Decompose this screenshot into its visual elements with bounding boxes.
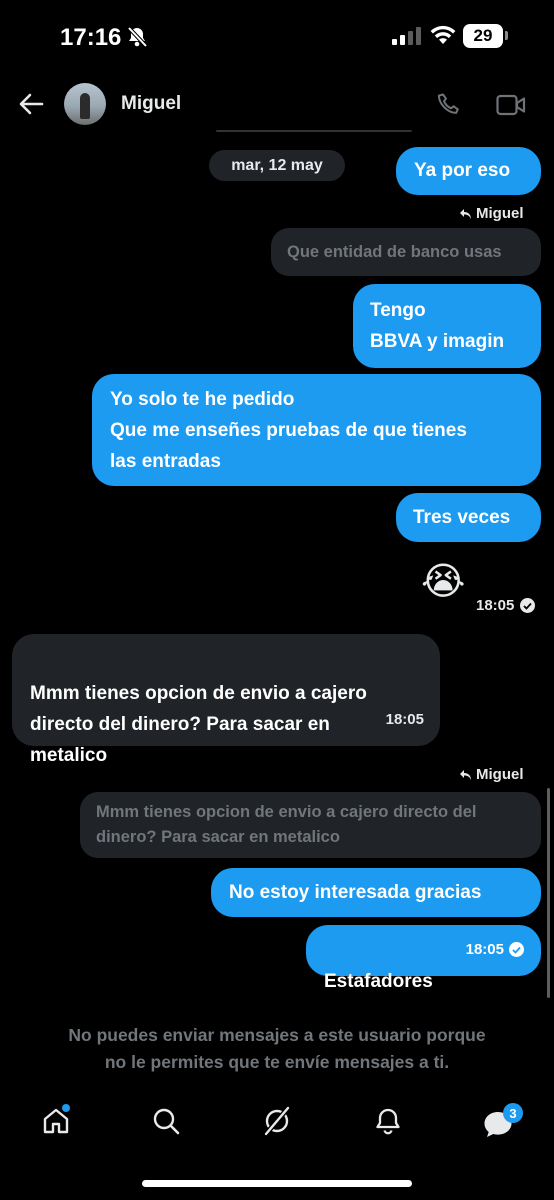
message-timestamp: 18:05 <box>385 711 424 728</box>
wifi-icon <box>430 25 456 50</box>
reply-author: Miguel <box>476 766 524 783</box>
notification-dot <box>62 1104 70 1112</box>
message-incoming[interactable]: Mmm tienes opcion de envio a cajero dire… <box>12 634 440 766</box>
message-timestamp: 18:05 <box>466 934 524 965</box>
message-outgoing[interactable]: Estafadores 18:05 <box>306 925 541 992</box>
messages-badge: 3 <box>503 1103 523 1123</box>
emoji-message[interactable]: 😭 <box>421 560 465 604</box>
message-text: Tengo BBVA y imagin <box>370 300 505 352</box>
nav-notifications-icon[interactable] <box>373 1106 403 1141</box>
home-indicator[interactable] <box>142 1180 412 1187</box>
scroll-edge <box>216 130 412 132</box>
battery-nub <box>505 31 508 40</box>
message-outgoing[interactable]: Tengo BBVA y imagin <box>353 284 541 368</box>
battery-indicator: 29 <box>463 24 503 48</box>
message-text: No estoy interesada gracias <box>229 882 482 903</box>
message-text: Ya por eso <box>414 160 511 181</box>
quoted-text: Mmm tienes opcion de envio a cajero dire… <box>96 803 477 846</box>
avatar[interactable] <box>64 83 106 125</box>
message-outgoing[interactable]: Yo solo te he pedido Que me enseñes prue… <box>92 374 541 486</box>
nav-grok-icon[interactable] <box>262 1106 292 1141</box>
message-outgoing[interactable]: No estoy interesada gracias <box>211 868 541 917</box>
message-outgoing[interactable]: Ya por eso <box>396 147 541 195</box>
reply-reference: Miguel <box>459 766 524 783</box>
signal-icon <box>392 27 422 50</box>
contact-name[interactable]: Miguel <box>121 93 181 115</box>
message-text: Estafadores <box>324 971 433 992</box>
reply-arrow-icon <box>460 208 471 219</box>
date-separator: mar, 12 may <box>209 150 345 181</box>
status-time: 17:16 <box>60 24 122 51</box>
reply-reference: Miguel <box>459 205 524 222</box>
blocked-notice: No puedes enviar mensajes a este usuario… <box>68 1025 486 1072</box>
bell-muted-icon <box>126 26 148 53</box>
read-check-icon <box>509 942 524 957</box>
message-outgoing[interactable]: Tres veces <box>396 493 541 542</box>
timestamp-text: 18:05 <box>465 941 504 958</box>
video-call-icon[interactable] <box>496 93 526 122</box>
read-check-icon <box>520 598 536 613</box>
message-text: Yo solo te he pedido Que me enseñes prue… <box>110 389 467 472</box>
quoted-text: Que entidad de banco usas <box>287 243 502 261</box>
message-timestamp: 18:05 <box>476 597 536 614</box>
nav-search-icon[interactable] <box>151 1106 181 1141</box>
back-arrow-icon[interactable] <box>18 92 44 121</box>
quoted-message[interactable]: Mmm tienes opcion de envio a cajero dire… <box>80 792 541 858</box>
message-text: Tres veces <box>413 507 511 528</box>
timestamp-text: 18:05 <box>476 597 515 614</box>
message-text: Mmm tienes opcion de envio a cajero dire… <box>30 683 367 766</box>
phone-icon[interactable] <box>436 92 462 123</box>
quoted-message[interactable]: Que entidad de banco usas <box>271 228 541 276</box>
scrollbar[interactable] <box>547 788 550 998</box>
reply-arrow-icon <box>460 769 471 780</box>
reply-author: Miguel <box>476 205 524 222</box>
